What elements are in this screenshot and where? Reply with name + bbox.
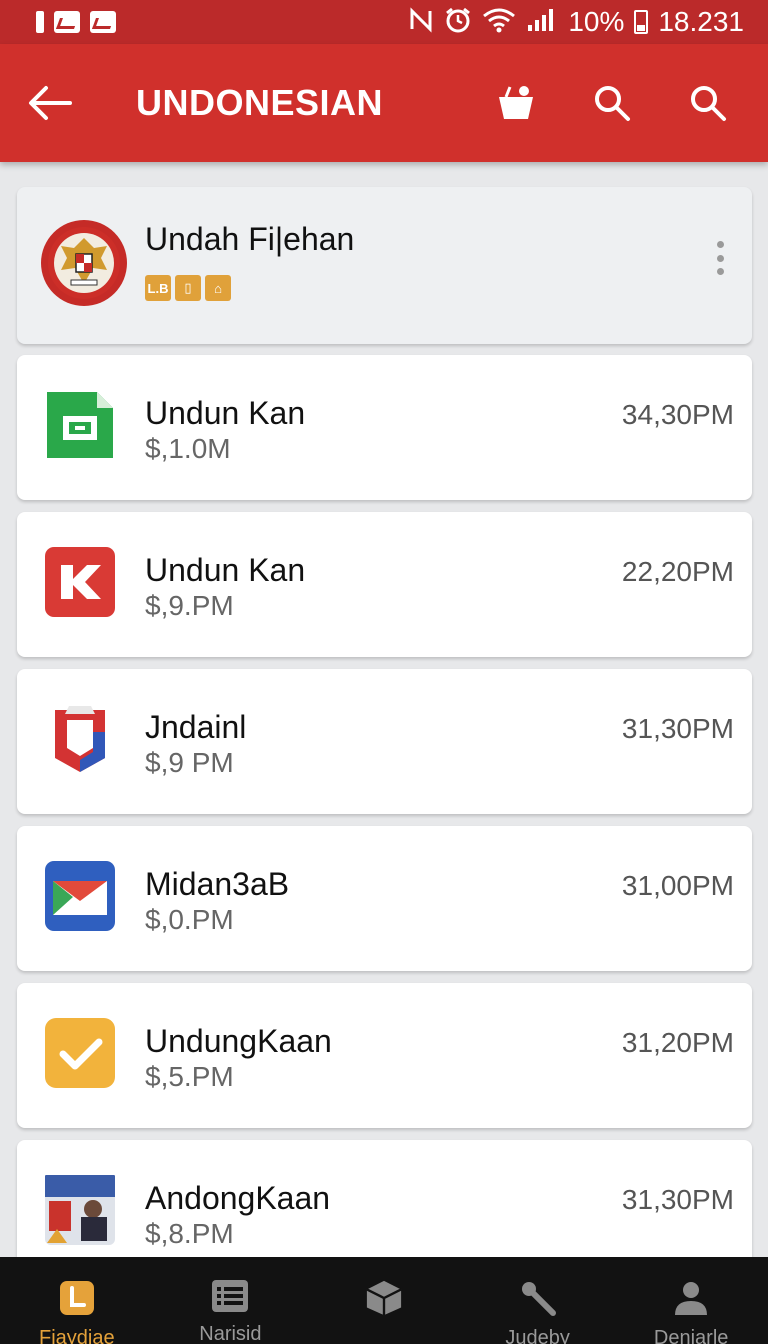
image-notification-icon bbox=[54, 11, 80, 33]
badge-icon: L.B bbox=[145, 275, 171, 301]
header-card[interactable]: Undah Fi|ehan L.B ▯ ⌂ bbox=[17, 187, 752, 344]
nav-item-list[interactable]: Narisid bbox=[154, 1257, 308, 1344]
page-title: UNDONESIAN bbox=[136, 82, 384, 123]
photo-thumbnail-icon bbox=[43, 1173, 117, 1247]
item-title: UndungKaan bbox=[145, 1023, 332, 1059]
item-title: Midan3aB bbox=[145, 866, 290, 902]
item-subtitle: $,5.PM bbox=[145, 1061, 234, 1092]
app-notification-icon bbox=[90, 11, 116, 33]
nfc-icon bbox=[408, 6, 434, 38]
nav-item-phone[interactable]: Fiaydiae bbox=[0, 1257, 154, 1344]
badge-icon: ▯ bbox=[175, 275, 201, 301]
status-time: 18.231 bbox=[658, 6, 744, 37]
nav-item-profile[interactable]: Denjarle bbox=[614, 1257, 768, 1344]
red-k-icon bbox=[43, 545, 117, 619]
nav-item-box[interactable] bbox=[307, 1257, 461, 1344]
item-title: Jndainl bbox=[145, 709, 247, 745]
badge-icon: ⌂ bbox=[205, 275, 231, 301]
basket-button[interactable] bbox=[480, 67, 552, 139]
header-badges: L.B ▯ ⌂ bbox=[145, 275, 231, 301]
item-time: 31,20PM bbox=[621, 1027, 734, 1058]
item-time: 31,30PM bbox=[621, 713, 734, 744]
header-title: Undah Fi|ehan bbox=[145, 221, 355, 257]
item-subtitle: $,1.0M bbox=[145, 433, 231, 464]
wifi-icon bbox=[482, 7, 516, 38]
list-icon bbox=[211, 1279, 249, 1313]
box-icon bbox=[365, 1279, 403, 1317]
item-title: AndongKaan bbox=[145, 1180, 331, 1216]
red-blue-shield-icon bbox=[43, 702, 117, 776]
item-subtitle: $,8.PM bbox=[145, 1218, 234, 1249]
back-button[interactable] bbox=[0, 44, 100, 162]
blue-mail-icon bbox=[43, 859, 117, 933]
search-icon bbox=[595, 86, 630, 121]
nav-item-tools[interactable]: Judeby bbox=[461, 1257, 615, 1344]
person-icon bbox=[672, 1279, 710, 1317]
search-button[interactable] bbox=[576, 67, 648, 139]
green-document-icon bbox=[43, 388, 117, 462]
item-time: 31,30PM bbox=[621, 1184, 734, 1215]
item-title: Undun Kan bbox=[145, 395, 306, 431]
nav-label: Denjarle bbox=[653, 1327, 729, 1344]
status-bar: 10% 18.231 bbox=[0, 0, 768, 44]
notification-icon bbox=[36, 11, 44, 33]
app-bar: UNDONESIAN bbox=[0, 44, 768, 162]
list-item[interactable]: Jndainl $,9 PM 31,30PM bbox=[17, 669, 752, 814]
app-list: Undah Fi|ehan L.B ▯ ⌂ Undun Kan $,1.0M 3… bbox=[17, 187, 752, 1297]
item-subtitle: $,9 PM bbox=[145, 747, 234, 778]
search-button-secondary[interactable] bbox=[672, 67, 744, 139]
nav-label: Judeby bbox=[505, 1327, 570, 1344]
list-item[interactable]: UndungKaan $,5.PM 31,20PM bbox=[17, 983, 752, 1128]
wrench-icon bbox=[519, 1279, 557, 1317]
search-icon bbox=[691, 86, 726, 121]
nav-label: Fiaydiae bbox=[38, 1327, 115, 1344]
item-time: 31,00PM bbox=[621, 870, 734, 901]
phone-icon bbox=[58, 1279, 96, 1317]
more-options-icon[interactable] bbox=[716, 241, 724, 275]
item-subtitle: $,9.PM bbox=[145, 590, 234, 621]
bottom-navigation: Fiaydiae Narisid Judeby Denjarle bbox=[0, 1257, 768, 1344]
list-item[interactable]: Undun Kan $,1.0M 34,30PM bbox=[17, 355, 752, 500]
basket-icon bbox=[499, 86, 533, 119]
signal-icon bbox=[526, 7, 558, 38]
battery-percentage: 10% bbox=[568, 6, 625, 37]
list-item[interactable]: Undun Kan $,9.PM 22,20PM bbox=[17, 512, 752, 657]
yellow-check-icon bbox=[43, 1016, 117, 1090]
battery-icon bbox=[634, 10, 649, 34]
arrow-back-icon bbox=[29, 86, 72, 120]
alarm-icon bbox=[444, 6, 472, 39]
item-time: 34,30PM bbox=[621, 399, 734, 430]
list-item[interactable]: Midan3aB $,0.PM 31,00PM bbox=[17, 826, 752, 971]
item-time: 22,20PM bbox=[621, 556, 734, 587]
garuda-emblem-icon bbox=[41, 220, 127, 306]
item-subtitle: $,0.PM bbox=[145, 904, 234, 935]
nav-label: Narisid bbox=[199, 1323, 262, 1344]
item-title: Undun Kan bbox=[145, 552, 306, 588]
